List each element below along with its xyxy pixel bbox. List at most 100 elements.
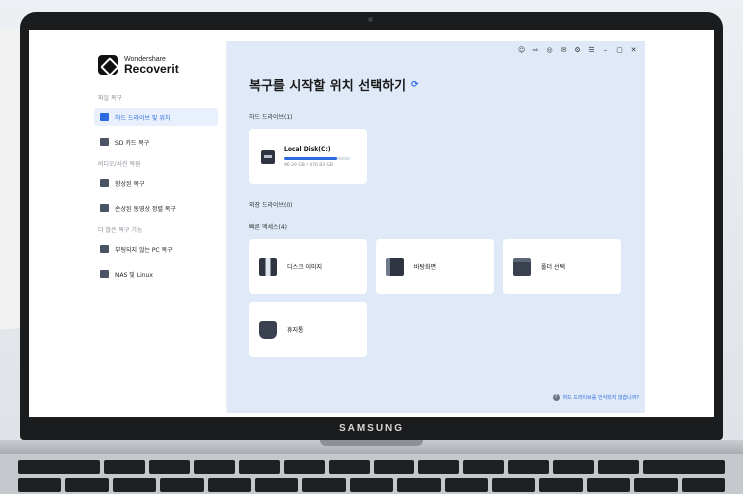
key <box>444 478 489 492</box>
key <box>65 478 109 492</box>
disk-image-icon <box>259 257 277 276</box>
help-icon: ? <box>552 394 560 401</box>
help-link[interactable]: ? 하드 드라이브를 인식되지 않습니까? <box>552 394 639 401</box>
sidebar-item-label: NAS 및 Linux <box>115 271 153 279</box>
key <box>349 478 394 492</box>
sidebar-item-crashed-pc[interactable]: 부팅되지 않는 PC 복구 <box>94 240 218 258</box>
key <box>255 478 299 492</box>
account-icon[interactable]: ☺ <box>518 47 525 54</box>
quick-access-grid: 디스크 이미지 바탕화면 폴더 선택 휴지통 <box>249 239 645 357</box>
video-repair-icon <box>100 204 109 212</box>
key <box>492 478 536 492</box>
app-logo: Wondershare Recoverit <box>98 55 218 75</box>
folder-icon <box>513 257 531 276</box>
main-panel: ☺ ⇨ ◎ ✉ ⚙ ☰ – ▢ ✕ 복구를 시작할 위치 선택하기 ⟳ 하드 드… <box>227 41 645 413</box>
drive-usage-bar <box>284 156 350 160</box>
recoverit-logo-icon <box>98 55 118 75</box>
quick-access-heading: 빠른 액세스(4) <box>249 224 288 231</box>
hinge-notch <box>320 440 423 446</box>
key <box>103 460 145 474</box>
key <box>681 478 726 492</box>
sign-in-icon[interactable]: ⇨ <box>532 47 539 54</box>
sidebar-item-label: 손상된 동영상 정렬 복구 <box>115 205 176 213</box>
key <box>634 478 678 492</box>
logo-title: Recoverit <box>124 61 179 76</box>
camera <box>368 17 373 22</box>
quick-trash[interactable]: 휴지통 <box>249 302 367 357</box>
sidebar-item-nas-linux[interactable]: NAS 및 Linux <box>94 265 218 283</box>
quick-label: 휴지통 <box>287 327 304 334</box>
sidebar-item-label: 향상된 복구 <box>115 180 145 188</box>
drive-card-c[interactable]: Local Disk(C:) 96.29 GB / 476.83 GB <box>249 129 367 184</box>
key <box>18 460 100 474</box>
desktop-icon <box>386 257 404 276</box>
key <box>148 460 190 474</box>
sidebar-item-label: SD 카드 복구 <box>115 139 150 147</box>
external-drives-heading: 외장 드라이브(0) <box>249 202 293 209</box>
keyboard-row <box>18 478 726 492</box>
key <box>18 478 62 492</box>
drive-icon <box>261 149 275 164</box>
key <box>463 460 505 474</box>
key <box>508 460 550 474</box>
help-link-text: 하드 드라이브를 인식되지 않습니까? <box>562 395 639 401</box>
quick-disk-image[interactable]: 디스크 이미지 <box>249 239 367 294</box>
sidebar-item-hard-drive[interactable]: 하드 드라이브 및 위치 <box>94 108 218 126</box>
key <box>112 478 157 492</box>
sidebar: Wondershare Recoverit 파일 복구 하드 드라이브 및 위치… <box>86 41 227 413</box>
laptop-lid: Wondershare Recoverit 파일 복구 하드 드라이브 및 위치… <box>20 12 723 440</box>
settings-icon[interactable]: ⚙ <box>574 47 581 54</box>
key <box>373 460 415 474</box>
key <box>643 460 725 474</box>
quick-label: 디스크 이미지 <box>287 264 323 271</box>
sidebar-item-label: 부팅되지 않는 PC 복구 <box>115 246 173 254</box>
key <box>193 460 235 474</box>
section-title-file-recovery: 파일 복구 <box>98 95 122 102</box>
title-bar: ☺ ⇨ ◎ ✉ ⚙ ☰ – ▢ ✕ <box>518 47 637 54</box>
keyboard-row <box>18 460 725 474</box>
key <box>586 478 631 492</box>
drive-usage-fill <box>284 156 337 160</box>
key <box>418 460 460 474</box>
sidebar-item-label: 하드 드라이브 및 위치 <box>115 114 171 122</box>
menu-icon[interactable]: ☰ <box>588 47 595 54</box>
camera-icon <box>100 179 109 187</box>
maximize-icon[interactable]: ▢ <box>616 47 623 54</box>
key <box>553 460 595 474</box>
quick-label: 폴더 선택 <box>541 264 565 271</box>
key <box>302 478 346 492</box>
keyboard <box>0 454 743 494</box>
recoverit-window: Wondershare Recoverit 파일 복구 하드 드라이브 및 위치… <box>86 41 645 413</box>
key <box>539 478 583 492</box>
page-title: 복구를 시작할 위치 선택하기 ⟳ <box>249 75 645 94</box>
key <box>160 478 204 492</box>
key <box>598 460 640 474</box>
key <box>283 460 325 474</box>
key <box>397 478 441 492</box>
quick-label: 바탕화면 <box>414 264 437 271</box>
hard-drives-heading: 하드 드라이브(1) <box>249 114 293 121</box>
mail-icon[interactable]: ✉ <box>560 47 567 54</box>
minimize-icon[interactable]: – <box>602 47 609 54</box>
refresh-icon[interactable]: ⟳ <box>411 80 419 90</box>
sidebar-item-enhanced[interactable]: 향상된 복구 <box>94 174 218 192</box>
section-title-media-restore: 비디오/사진 복원 <box>98 161 141 168</box>
drive-name: Local Disk(C:) <box>284 145 331 153</box>
key <box>207 478 252 492</box>
quick-folder[interactable]: 폴더 선택 <box>503 239 621 294</box>
laptop-screen: Wondershare Recoverit 파일 복구 하드 드라이브 및 위치… <box>29 30 714 417</box>
sd-card-icon <box>100 138 109 146</box>
laptop-icon <box>100 113 109 121</box>
sidebar-item-sd-card[interactable]: SD 카드 복구 <box>94 133 218 151</box>
key <box>328 460 370 474</box>
close-icon[interactable]: ✕ <box>630 47 637 54</box>
page-title-text: 복구를 시작할 위치 선택하기 <box>249 79 407 94</box>
key <box>238 460 280 474</box>
section-title-more: 더 많은 복구 기능 <box>98 227 143 234</box>
nas-icon <box>100 270 109 278</box>
trash-icon <box>259 320 277 339</box>
quick-desktop[interactable]: 바탕화면 <box>376 239 494 294</box>
sidebar-item-video-repair[interactable]: 손상된 동영상 정렬 복구 <box>94 199 218 217</box>
support-icon[interactable]: ◎ <box>546 47 553 54</box>
drive-size: 96.29 GB / 476.83 GB <box>284 162 334 168</box>
